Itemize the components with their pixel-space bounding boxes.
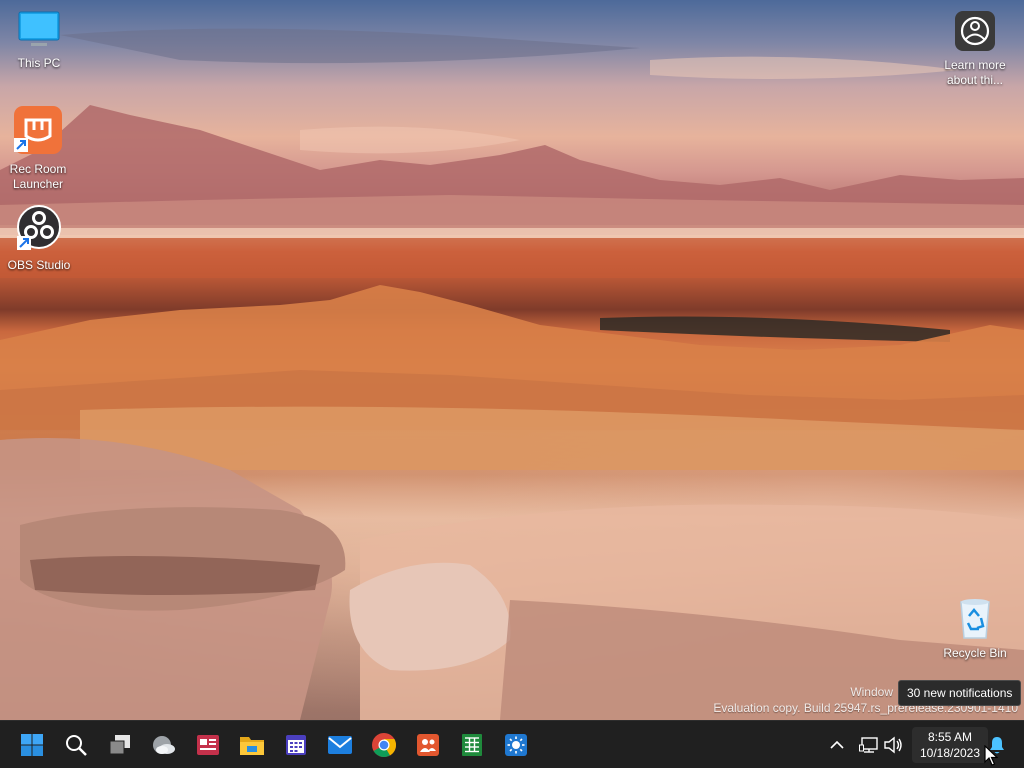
chevron-up-icon — [830, 740, 844, 749]
clock-time: 8:55 AM — [927, 730, 973, 744]
spreadsheet-icon — [462, 734, 482, 756]
recycle-bin-icon — [937, 596, 1013, 644]
news-button[interactable] — [192, 729, 224, 761]
calendar-button[interactable] — [280, 729, 312, 761]
desktop-icon-label: This PC — [17, 56, 61, 70]
obs-icon — [1, 204, 77, 256]
start-icon — [21, 734, 43, 756]
clock-date: 10/18/2023 — [919, 746, 981, 760]
desktop-icon-learn-more[interactable]: Learn more about thi... — [937, 10, 1013, 88]
weather-button[interactable] — [500, 729, 532, 761]
volume-icon — [884, 736, 902, 754]
learn-more-icon — [937, 10, 1013, 56]
widgets-button[interactable] — [148, 729, 180, 761]
widgets-icon — [153, 736, 175, 754]
mail-button[interactable] — [324, 729, 356, 761]
task-view-button[interactable] — [104, 729, 136, 761]
teams-button[interactable] — [412, 729, 444, 761]
desktop: This PC Rec Room Launcher OBS Studio Lea… — [0, 0, 1024, 720]
teams-icon — [417, 734, 439, 756]
monitor-icon — [1, 10, 77, 54]
news-icon — [197, 735, 219, 755]
taskbar: 8:55 AM 10/18/2023 — [0, 720, 1024, 768]
search-icon — [66, 735, 87, 756]
desktop-icon-this-pc[interactable]: This PC — [1, 10, 77, 71]
file-explorer-button[interactable] — [236, 729, 268, 761]
calendar-icon — [286, 735, 306, 755]
mouse-cursor-icon — [984, 745, 998, 766]
start-button[interactable] — [16, 729, 48, 761]
desktop-icon-label: Rec Room Launcher — [9, 162, 67, 191]
spreadsheet-button[interactable] — [456, 729, 488, 761]
mail-icon — [328, 736, 352, 754]
search-button[interactable] — [60, 729, 92, 761]
clock-button[interactable]: 8:55 AM 10/18/2023 — [912, 727, 988, 763]
wallpaper — [0, 28, 1024, 720]
desktop-icon-label: OBS Studio — [7, 258, 71, 272]
notification-tooltip: 30 new notifications — [898, 680, 1022, 706]
watermark-line-1: Window — [850, 685, 893, 699]
chrome-icon — [372, 733, 397, 758]
show-hidden-icons-button[interactable] — [822, 729, 852, 761]
desktop-icon-rec-room[interactable]: Rec Room Launcher — [0, 104, 76, 192]
desktop-icon-label: Recycle Bin — [943, 646, 1007, 660]
rec-room-icon — [0, 104, 76, 160]
task-view-icon — [109, 735, 130, 755]
desktop-icon-label: Learn more about thi... — [944, 58, 1006, 87]
chrome-button[interactable] — [368, 729, 400, 761]
network-button[interactable] — [856, 729, 882, 761]
volume-button[interactable] — [880, 729, 906, 761]
weather-icon — [505, 734, 527, 756]
file-explorer-icon — [240, 737, 264, 755]
desktop-icon-obs-studio[interactable]: OBS Studio — [1, 204, 77, 273]
network-icon — [859, 737, 878, 753]
desktop-icon-recycle-bin[interactable]: Recycle Bin — [937, 596, 1013, 661]
